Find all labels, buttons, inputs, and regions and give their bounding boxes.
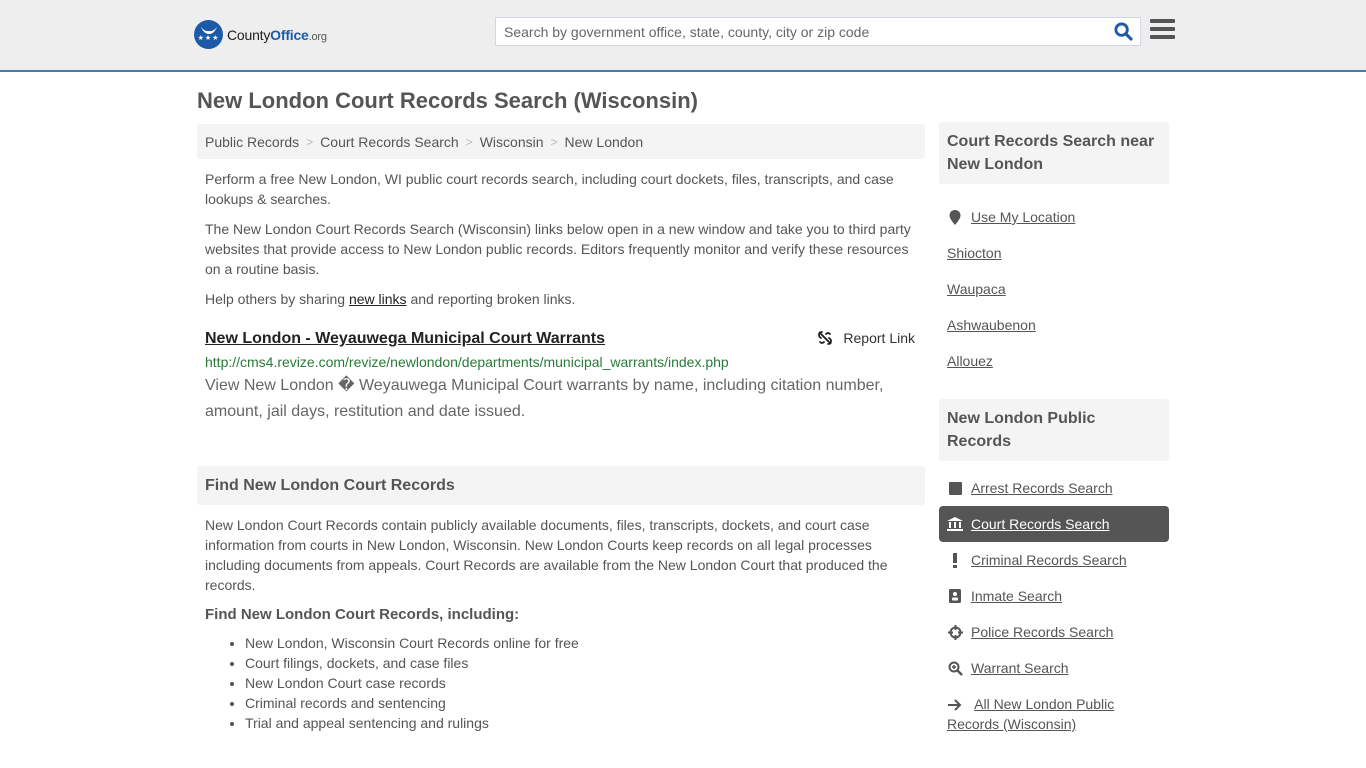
list-item: New London, Wisconsin Court Records onli…: [245, 633, 925, 653]
breadcrumb-wisconsin[interactable]: Wisconsin: [480, 134, 544, 150]
nearby-place-item[interactable]: Waupaca: [939, 271, 1169, 307]
hamburger-menu-icon[interactable]: [1150, 19, 1175, 41]
sidebar-item-criminal-records[interactable]: Criminal Records Search: [939, 542, 1169, 578]
nearby-list: Use My Location Shiocton Waupaca Ashwaub…: [939, 199, 1169, 379]
sidebar-item-all-public-records[interactable]: All New London Public Records (Wisconsin…: [939, 686, 1169, 734]
nearby-place-item[interactable]: Shiocton: [939, 235, 1169, 271]
nearby-heading: Court Records Search near New London: [939, 122, 1169, 184]
square-icon: [947, 480, 963, 496]
public-records-heading: New London Public Records: [939, 399, 1169, 461]
result-description: View New London � Weyauwega Municipal Co…: [205, 377, 884, 420]
breadcrumb: Public Records > Court Records Search > …: [197, 124, 925, 159]
breadcrumb-public-records[interactable]: Public Records: [205, 134, 299, 150]
search-button[interactable]: [1106, 18, 1140, 45]
share-paragraph: Help others by sharing new links and rep…: [205, 291, 576, 307]
breadcrumb-separator: >: [550, 134, 558, 149]
search-plus-icon: [947, 660, 963, 676]
logo-text: CountyOffice.org: [227, 26, 327, 43]
sidebar-item-police-records[interactable]: Police Records Search: [939, 614, 1169, 650]
sidebar-item-arrest-records[interactable]: Arrest Records Search: [939, 470, 1169, 506]
search-bar: [495, 17, 1141, 46]
courthouse-icon: [947, 516, 963, 532]
list-item: New London Court case records: [245, 673, 925, 693]
find-records-paragraph: New London Court Records contain publicl…: [205, 517, 888, 593]
find-records-heading: Find New London Court Records: [197, 466, 925, 505]
site-logo[interactable]: ★★★ CountyOffice.org: [194, 20, 327, 49]
map-marker-icon: [947, 209, 963, 225]
nearby-place-link[interactable]: Allouez: [947, 353, 993, 369]
search-input[interactable]: [496, 18, 1106, 45]
broken-link-icon: [818, 331, 833, 345]
breadcrumb-separator: >: [306, 134, 314, 149]
id-badge-icon: [947, 588, 963, 604]
sidebar-item-court-records[interactable]: Court Records Search: [939, 506, 1169, 542]
search-icon: [1113, 22, 1133, 41]
result-item: New London - Weyauwega Municipal Court W…: [197, 329, 925, 425]
breadcrumb-court-records[interactable]: Court Records Search: [320, 134, 459, 150]
nearby-place-item[interactable]: Ashwaubenon: [939, 307, 1169, 343]
sidebar-item-warrant-search[interactable]: Warrant Search: [939, 650, 1169, 686]
new-links-link[interactable]: new links: [349, 291, 407, 307]
breadcrumb-new-london[interactable]: New London: [565, 134, 644, 150]
breadcrumb-separator: >: [465, 134, 473, 149]
find-records-subheading: Find New London Court Records, including…: [205, 606, 520, 623]
use-my-location-link[interactable]: Use My Location: [971, 209, 1075, 225]
eagle-logo-icon: ★★★: [194, 20, 223, 49]
page-title: New London Court Records Search (Wiscons…: [197, 88, 698, 113]
result-title-link[interactable]: New London - Weyauwega Municipal Court W…: [205, 330, 605, 347]
nearby-place-link[interactable]: Ashwaubenon: [947, 317, 1036, 333]
find-records-list: New London, Wisconsin Court Records onli…: [197, 633, 925, 733]
report-link-button[interactable]: Report Link: [817, 330, 915, 346]
list-item: Court filings, dockets, and case files: [245, 653, 925, 673]
sidebar-item-inmate-search[interactable]: Inmate Search: [939, 578, 1169, 614]
nearby-place-link[interactable]: Shiocton: [947, 245, 1001, 261]
site-header: ★★★ CountyOffice.org: [0, 0, 1366, 72]
crosshairs-icon: [947, 624, 963, 640]
intro-paragraph: Perform a free New London, WI public cou…: [205, 171, 894, 207]
result-url: http://cms4.revize.com/revize/newlondon/…: [205, 354, 729, 370]
use-my-location-item[interactable]: Use My Location: [939, 199, 1169, 235]
nearby-place-link[interactable]: Waupaca: [947, 281, 1006, 297]
list-item: Criminal records and sentencing: [245, 693, 925, 713]
nearby-place-item[interactable]: Allouez: [939, 343, 1169, 379]
exclamation-icon: [947, 552, 963, 568]
list-item: Trial and appeal sentencing and rulings: [245, 713, 925, 733]
public-records-list: Arrest Records Search Court Records Sear…: [939, 470, 1169, 734]
main-content: New London Court Records Search (Wiscons…: [197, 72, 925, 733]
arrow-right-icon: [947, 697, 963, 713]
disclaimer-paragraph: The New London Court Records Search (Wis…: [205, 221, 911, 277]
sidebar: Court Records Search near New London Use…: [939, 122, 1169, 734]
